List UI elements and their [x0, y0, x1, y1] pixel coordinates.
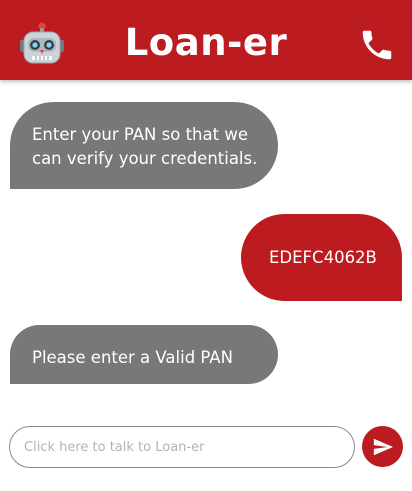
user-message-bubble: EDEFC4062B: [241, 214, 402, 301]
bot-message-bubble: Enter your PAN so that we can verify you…: [10, 102, 278, 189]
message-input[interactable]: [24, 427, 344, 467]
message-input-container[interactable]: [9, 426, 355, 468]
bot-message-bubble: Please enter a Valid PAN: [10, 325, 278, 384]
phone-icon[interactable]: [358, 26, 396, 64]
app-header: Loan-er: [0, 0, 412, 80]
send-button[interactable]: [362, 426, 403, 467]
send-icon: [373, 438, 394, 456]
app-title: Loan-er: [124, 21, 288, 64]
